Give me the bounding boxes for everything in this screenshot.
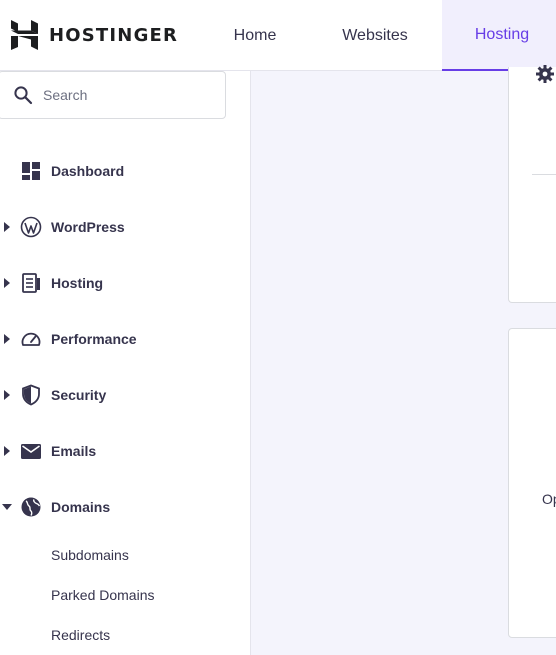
card-divider (532, 174, 556, 175)
wordpress-icon (20, 216, 42, 238)
top-header: HOSTINGER Home Websites Hosting (0, 0, 556, 71)
main-content: Op (251, 65, 556, 655)
logo-text: HOSTINGER (49, 24, 179, 46)
sidebar-item-emails[interactable]: Emails (0, 431, 250, 471)
shield-icon (22, 384, 40, 406)
sidebar-item-label: Domains (51, 499, 111, 515)
sidebar-item-label: Dashboard (51, 163, 125, 179)
sidebar-item-label: Security (51, 387, 107, 403)
caret-right-icon (4, 222, 10, 232)
sidebar-item-label: WordPress (51, 219, 125, 235)
tab-home[interactable]: Home (205, 0, 305, 71)
speedometer-icon (21, 332, 41, 346)
sidebar-item-label: Emails (51, 443, 97, 459)
globe-icon (21, 497, 41, 517)
gear-icon[interactable] (535, 64, 555, 84)
sidebar-item-label: Hosting (51, 275, 104, 291)
sidebar-subitem-redirects[interactable]: Redirects (51, 627, 110, 643)
server-icon (22, 273, 40, 293)
sidebar-item-hosting[interactable]: Hosting (0, 263, 250, 303)
hostinger-logo-icon (11, 20, 38, 50)
caret-right-icon (4, 390, 10, 400)
tab-hosting[interactable]: Hosting (442, 0, 556, 71)
hostinger-logo[interactable]: HOSTINGER (11, 20, 178, 50)
card-cut-text: Op (542, 491, 556, 507)
search-placeholder: Search (43, 87, 88, 103)
sidebar-item-performance[interactable]: Performance (0, 319, 250, 359)
sidebar-item-wordpress[interactable]: WordPress (0, 207, 250, 247)
caret-right-icon (4, 446, 10, 456)
info-card (508, 100, 556, 303)
sidebar-subitem-subdomains[interactable]: Subdomains (51, 547, 129, 563)
sidebar-item-domains[interactable]: Domains (0, 487, 250, 527)
search-input[interactable]: Search (0, 71, 226, 119)
search-icon (14, 86, 33, 105)
caret-down-icon (2, 504, 12, 510)
caret-right-icon (4, 334, 10, 344)
tab-websites[interactable]: Websites (310, 0, 440, 71)
sidebar-item-label: Performance (51, 331, 137, 347)
sidebar-item-security[interactable]: Security (0, 375, 250, 415)
sidebar: Search Dashboard WordPress Hosting Perfo… (0, 71, 251, 655)
caret-right-icon (4, 278, 10, 288)
sidebar-item-dashboard[interactable]: Dashboard (0, 151, 250, 191)
envelope-icon (21, 444, 41, 459)
dashboard-icon (22, 162, 40, 180)
content-card (508, 328, 556, 638)
sidebar-subitem-parked-domains[interactable]: Parked Domains (51, 587, 155, 603)
